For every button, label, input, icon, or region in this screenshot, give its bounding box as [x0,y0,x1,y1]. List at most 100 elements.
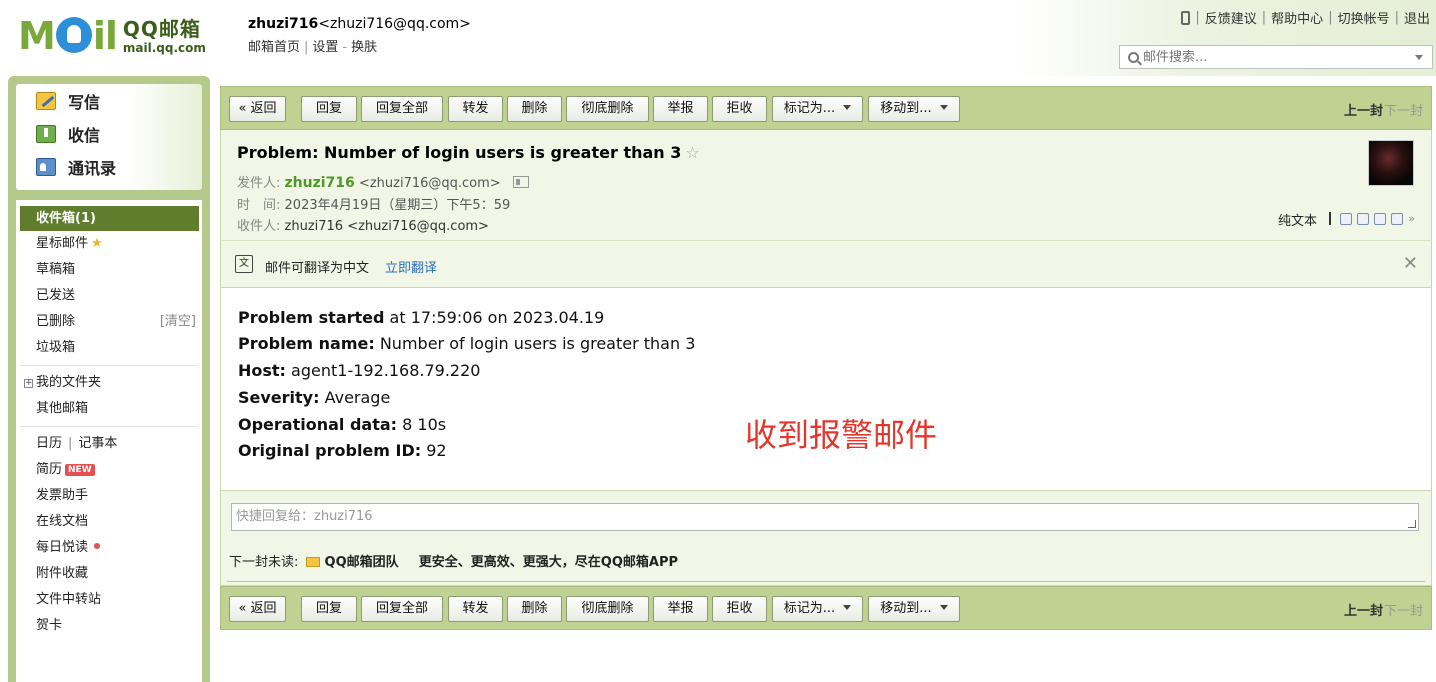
folder-inbox[interactable]: 收件箱(1) [20,206,199,231]
resize-handle-icon[interactable] [1408,520,1416,528]
expand-plus-icon[interactable]: + [24,379,33,388]
translate-now-link[interactable]: 立即翻译 [385,257,437,276]
quick-reply-input[interactable]: 快捷回复给：zhuzi716 [231,503,1419,531]
new-badge: NEW [65,464,95,476]
chevron-down-icon [939,105,948,110]
user-info: zhuzi716<zhuzi716@qq.com> 邮箱首页 | 设置 - 换肤 [248,16,471,55]
logo-brand: QQ邮箱 [122,16,201,41]
next-unread-subject[interactable]: 更安全、更高效、更强大，尽在QQ邮箱APP [419,555,678,570]
reject-button[interactable]: 拒收 [712,96,767,122]
notes-link[interactable]: 记事本 [78,436,117,451]
switch-account-link[interactable]: 切换帐号 [1338,8,1390,27]
body-line: Operational data: 8 10s [238,415,447,434]
feedback-link[interactable]: 反馈建议 [1205,8,1257,27]
folder-other-mailboxes[interactable]: 其他邮箱 [16,396,202,422]
star-outline-icon[interactable]: ☆ [685,143,699,162]
delete-button[interactable]: 删除 [507,96,562,122]
reply-button[interactable]: 回复 [301,96,357,122]
mobile-phone-icon[interactable] [1181,10,1191,25]
invoice-assistant-link[interactable]: 发票助手 [16,483,202,509]
next-unread-sender[interactable]: QQ邮箱团队 [325,555,399,570]
reply-all-button[interactable]: 回复全部 [361,96,443,122]
folder-drafts[interactable]: 草稿箱 [16,257,202,283]
envelope-icon [306,557,321,567]
report-button[interactable]: 举报 [653,596,708,622]
reply-all-button[interactable]: 回复全部 [361,596,443,622]
attachment-collection-link[interactable]: 附件收藏 [16,561,202,587]
daily-reading-link[interactable]: 每日悦读 [16,535,202,561]
online-docs-link[interactable]: 在线文档 [16,509,202,535]
file-transfer-link[interactable]: 文件中转站 [16,587,202,613]
top-header: Mil QQ邮箱 mail.qq.com zhuzi716<zhuzi716@q… [0,0,1436,76]
compose-panel: 写信 收信 通讯录 [16,84,202,190]
help-center-link[interactable]: 帮助中心 [1271,8,1323,27]
body-line: Original problem ID: 92 [238,441,447,460]
back-button[interactable]: « 返回 [229,596,286,622]
body-line: Problem name: Number of login users is g… [238,334,696,353]
compose-button[interactable]: 写信 [16,84,202,117]
reply-button[interactable]: 回复 [301,596,357,622]
folder-deleted[interactable]: 已删除 [清空] [16,309,202,335]
close-icon[interactable]: ✕ [1403,253,1418,274]
receive-label: 收信 [68,125,101,145]
calendar-notes: 日历 | 记事本 [36,436,118,451]
sender-email: <zhuzi716@qq.com> [358,176,501,191]
chevron-down-icon[interactable]: » [1408,212,1415,225]
mail-subject: Problem: Number of login users is greate… [237,143,700,162]
plain-text-link[interactable]: 纯文本 [1278,210,1317,229]
folder-starred[interactable]: 星标邮件 ★ [16,231,202,257]
mail-search[interactable] [1119,45,1433,69]
nav-skin[interactable]: 换肤 [351,40,377,55]
unread-dot-icon [94,543,101,549]
user-name: zhuzi716 [248,16,319,32]
mark-as-dropdown[interactable]: 标记为... [772,596,863,622]
delete-permanently-button[interactable]: 彻底删除 [566,596,649,622]
contact-card-icon[interactable] [512,176,529,188]
receive-button[interactable]: 收信 [16,117,202,150]
nav-settings[interactable]: 设置 [312,40,338,55]
folder-my-folders[interactable]: + 我的文件夹 [16,370,202,396]
chevron-down-icon[interactable] [1415,54,1423,60]
translate-hint: 邮件可翻译为中文 [265,261,370,276]
folder-trash[interactable]: 垃圾箱 [16,335,202,361]
calendar-link[interactable]: 日历 [36,436,62,451]
qq-mail-logo[interactable]: Mil QQ邮箱 mail.qq.com [18,14,206,58]
reject-button[interactable]: 拒收 [712,596,767,622]
print-icon[interactable] [1391,212,1404,225]
delete-permanently-button[interactable]: 彻底删除 [566,96,649,122]
forward-button[interactable]: 转发 [448,596,503,622]
search-input[interactable] [1143,49,1415,65]
folder-sent[interactable]: 已发送 [16,283,202,309]
recipient-row: 收件人: zhuzi716 <zhuzi716@qq.com> [237,219,489,234]
report-button[interactable]: 举报 [653,96,708,122]
prev-mail-link[interactable]: 上一封 [1344,600,1383,619]
mail-body: Problem started at 17:59:06 on 2023.04.1… [220,288,1432,490]
resume-link[interactable]: 简历 NEW [16,457,202,483]
contacts-button[interactable]: 通讯录 [16,150,202,183]
sender-name[interactable]: zhuzi716 [285,175,355,191]
sender-avatar[interactable] [1368,140,1414,186]
next-mail-link[interactable]: 下一封 [1384,100,1423,119]
move-to-dropdown[interactable]: 移动到... [868,96,960,122]
greeting-cards-link[interactable]: 贺卡 [16,613,202,639]
full-screen-icon[interactable] [1357,212,1370,225]
new-window-icon[interactable] [1340,212,1353,225]
contacts-label: 通讯录 [68,158,117,178]
prev-mail-link[interactable]: 上一封 [1344,100,1383,119]
delete-button[interactable]: 删除 [507,596,562,622]
download-icon[interactable] [1374,212,1387,225]
back-button[interactable]: « 返回 [229,96,286,122]
move-to-dropdown[interactable]: 移动到... [868,596,960,622]
star-icon: ★ [91,236,103,251]
empty-deleted-button[interactable]: [清空] [160,309,196,335]
next-mail-link[interactable]: 下一封 [1384,600,1423,619]
divider [20,426,198,427]
compose-label: 写信 [68,92,101,112]
sender-row: 发件人: zhuzi716 <zhuzi716@qq.com> [237,172,529,191]
nav-mail-home[interactable]: 邮箱首页 [248,40,300,55]
mark-as-dropdown[interactable]: 标记为... [772,96,863,122]
forward-button[interactable]: 转发 [448,96,503,122]
logout-link[interactable]: 退出 [1404,8,1430,27]
logo-domain: mail.qq.com [122,40,206,55]
chevron-down-icon [843,105,852,110]
